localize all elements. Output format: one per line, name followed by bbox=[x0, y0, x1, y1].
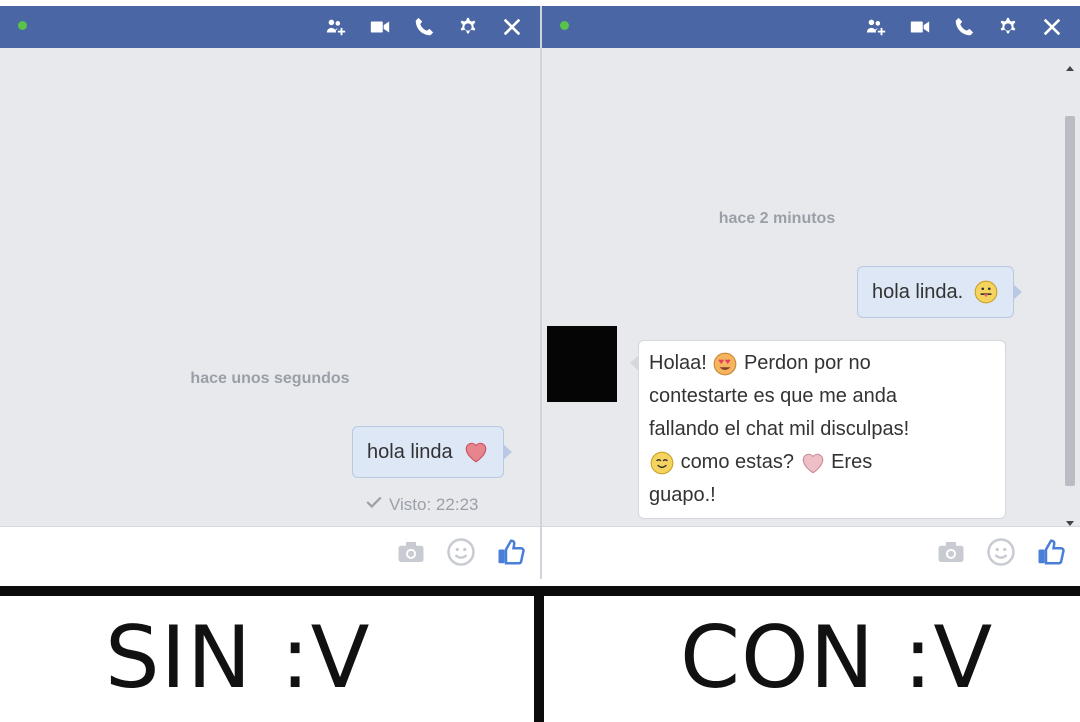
chat-window-left: hace unos segundos hola linda Visto: 22:… bbox=[0, 6, 540, 579]
message-timestamp: hace 2 minutos bbox=[718, 210, 836, 227]
smile-emoji-icon bbox=[649, 450, 675, 476]
message-text-6: Eres bbox=[831, 451, 873, 473]
seen-text: Visto: 22:23 bbox=[389, 494, 479, 514]
message-text-4: fallando el chat mil disculpas! bbox=[649, 418, 910, 440]
heart-icon bbox=[463, 439, 489, 465]
seen-status: Visto: 22:23 bbox=[365, 493, 478, 516]
caption-frame: SIN :V CON :V bbox=[0, 586, 1080, 722]
add-friend-icon[interactable] bbox=[322, 13, 350, 41]
heart-eyes-emoji-icon bbox=[712, 351, 738, 377]
message-text-3: contestarte es que me anda bbox=[649, 385, 897, 407]
camera-icon[interactable] bbox=[936, 537, 966, 572]
close-icon[interactable] bbox=[498, 13, 526, 41]
caption-left: SIN :V bbox=[105, 608, 371, 708]
caption-divider bbox=[534, 586, 544, 722]
chat-titlebar bbox=[542, 6, 1080, 48]
heart-icon bbox=[800, 450, 826, 476]
checkmark-icon bbox=[365, 493, 383, 516]
message-composer[interactable] bbox=[0, 526, 540, 579]
outgoing-message: hola linda. bbox=[857, 266, 1023, 318]
video-call-icon[interactable] bbox=[366, 13, 394, 41]
chat-titlebar bbox=[0, 6, 540, 48]
phone-icon[interactable] bbox=[950, 13, 978, 41]
message-list[interactable]: hace 2 minutos hola linda. Holaa! Perdon… bbox=[542, 48, 1080, 533]
scrollbar[interactable] bbox=[1064, 60, 1076, 530]
tongue-emoji-icon bbox=[973, 279, 999, 305]
message-text-7: guapo.! bbox=[649, 484, 716, 506]
avatar[interactable] bbox=[547, 326, 617, 402]
thumbs-up-icon[interactable] bbox=[496, 537, 526, 572]
message-text: hola linda. bbox=[872, 280, 964, 303]
add-friend-icon[interactable] bbox=[862, 13, 890, 41]
scroll-thumb[interactable] bbox=[1065, 116, 1075, 486]
message-composer[interactable] bbox=[542, 526, 1080, 579]
message-timestamp: hace unos segundos bbox=[190, 370, 350, 387]
camera-icon[interactable] bbox=[396, 537, 426, 572]
online-status-dot bbox=[18, 21, 27, 30]
message-text-1: Holaa! bbox=[649, 352, 707, 374]
scroll-up-arrow[interactable] bbox=[1066, 66, 1074, 71]
smiley-icon[interactable] bbox=[986, 537, 1016, 572]
smiley-icon[interactable] bbox=[446, 537, 476, 572]
phone-icon[interactable] bbox=[410, 13, 438, 41]
chat-window-right: hace 2 minutos hola linda. Holaa! Perdon… bbox=[542, 6, 1080, 579]
close-icon[interactable] bbox=[1038, 13, 1066, 41]
message-text-2: Perdon por no bbox=[743, 352, 871, 374]
video-call-icon[interactable] bbox=[906, 13, 934, 41]
message-text-5: como estas? bbox=[680, 451, 794, 473]
caption-right: CON :V bbox=[680, 608, 994, 708]
gear-icon[interactable] bbox=[454, 13, 482, 41]
incoming-message: Holaa! Perdon por no contestarte es que … bbox=[630, 340, 1006, 519]
message-list[interactable]: hace unos segundos hola linda Visto: 22:… bbox=[0, 48, 540, 533]
gear-icon[interactable] bbox=[994, 13, 1022, 41]
online-status-dot bbox=[560, 21, 569, 30]
thumbs-up-icon[interactable] bbox=[1036, 537, 1066, 572]
message-text: hola linda bbox=[367, 440, 453, 463]
outgoing-message: hola linda bbox=[352, 426, 512, 478]
